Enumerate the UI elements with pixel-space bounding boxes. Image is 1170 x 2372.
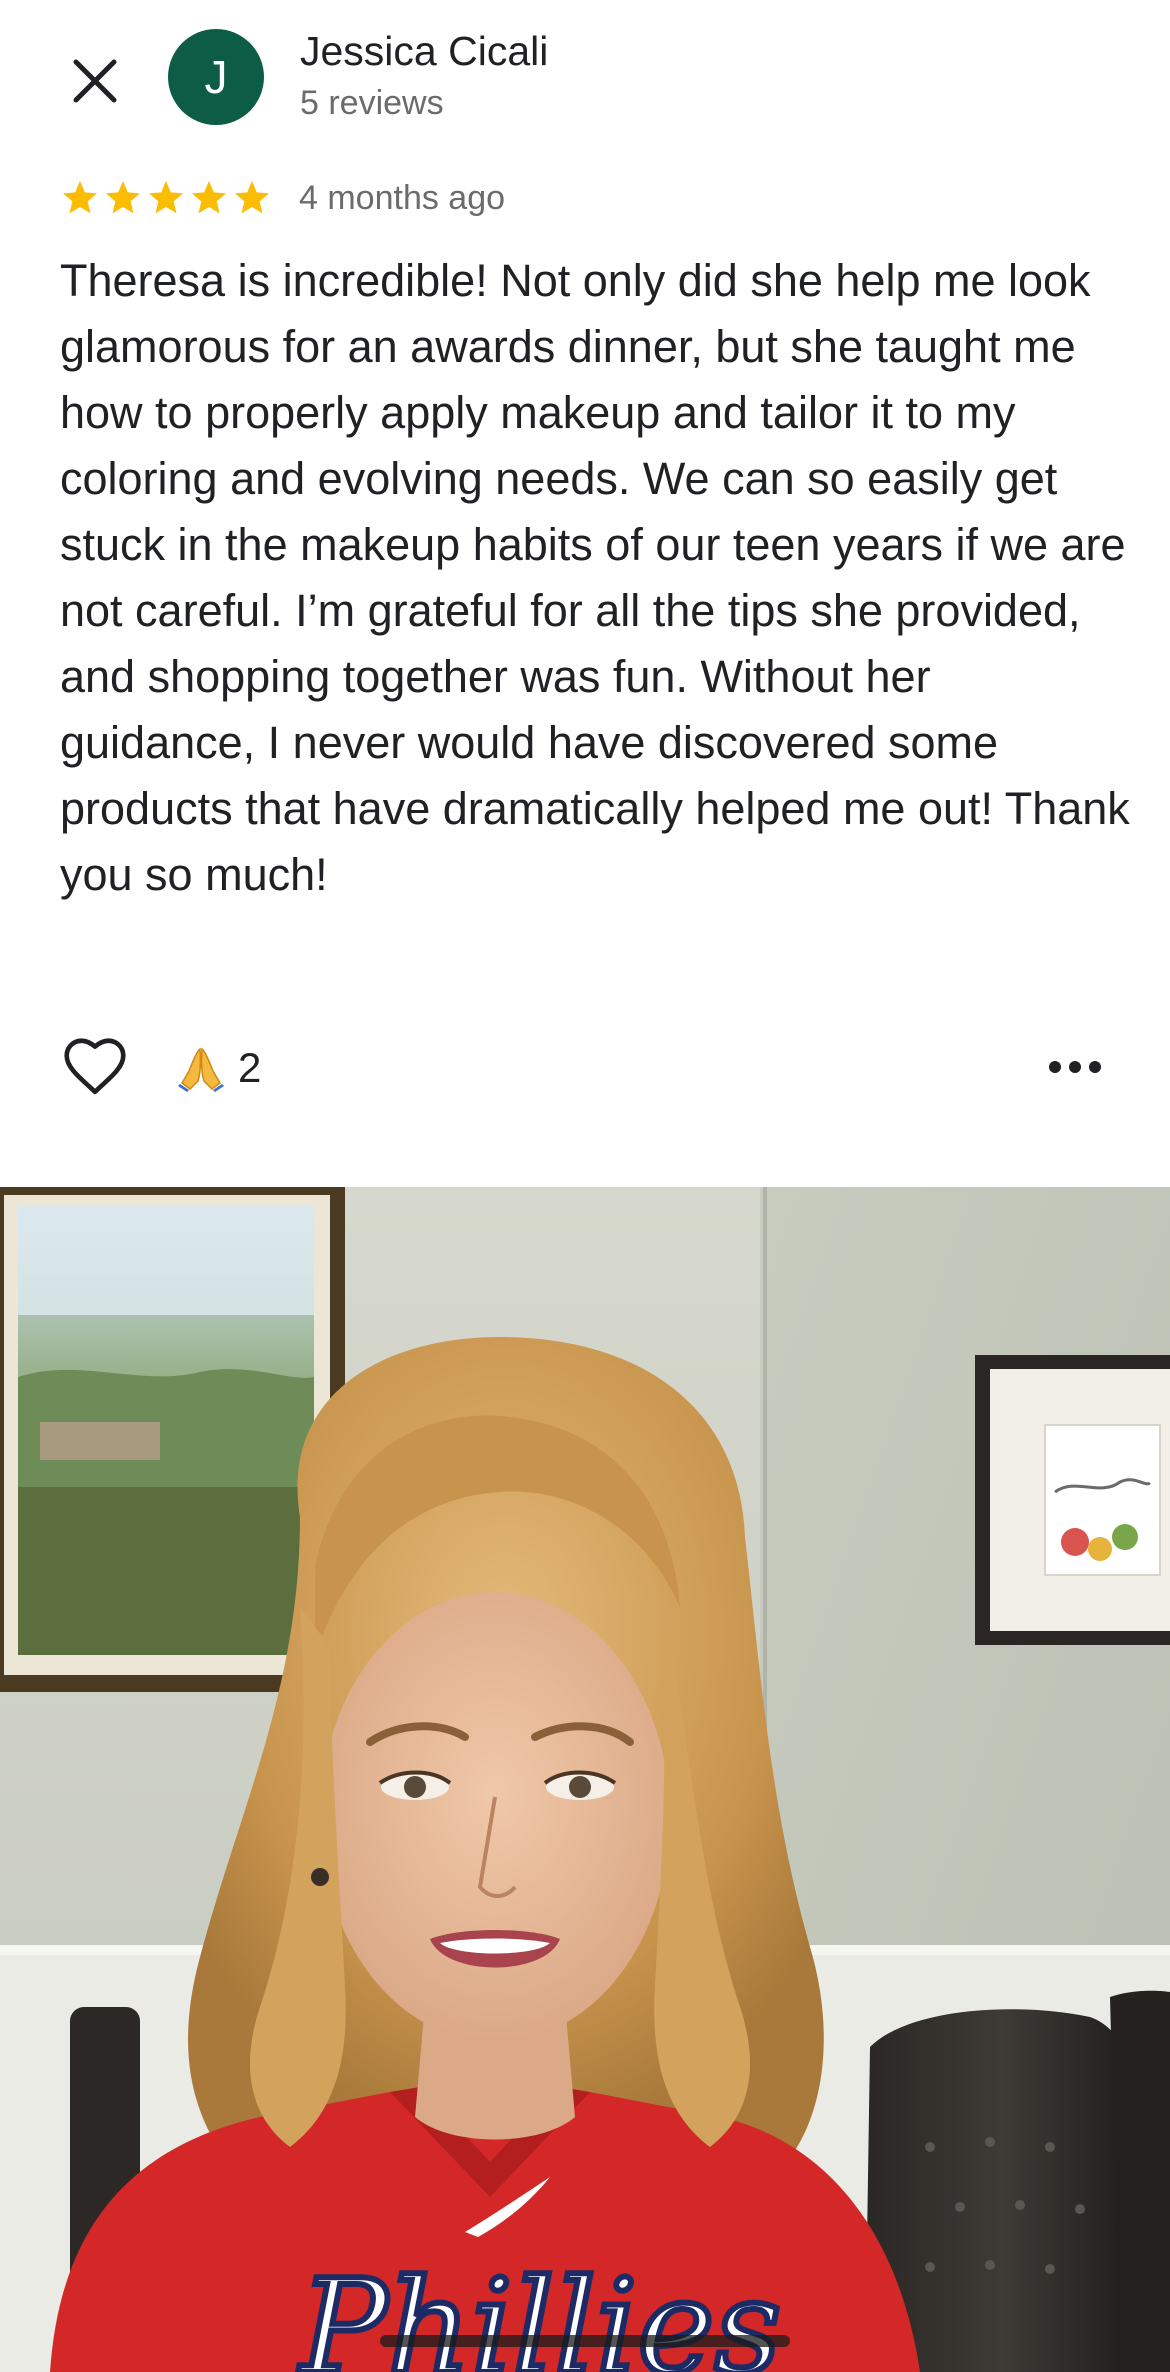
- review-actions: 2: [0, 1030, 1170, 1105]
- more-horizontal-icon: [1049, 1061, 1101, 1073]
- review-header: J Jessica Cicali 5 reviews: [0, 0, 1170, 160]
- star-icon: [235, 181, 269, 214]
- review-text: Theresa is incredible! Not only did she …: [60, 255, 1130, 900]
- reviewer-review-count[interactable]: 5 reviews: [300, 84, 444, 123]
- close-icon: [73, 59, 117, 103]
- reaction-count: 2: [238, 1044, 262, 1091]
- review-photo-image: Phillies: [0, 1187, 1170, 2372]
- reaction-chip[interactable]: 2: [176, 1038, 261, 1098]
- avatar[interactable]: J: [168, 29, 264, 125]
- rating-row: 4 months ago: [60, 174, 505, 222]
- review-photo[interactable]: Phillies: [0, 1187, 1170, 2372]
- heart-outline-icon: [64, 1038, 126, 1095]
- star-icon: [149, 181, 183, 214]
- home-indicator[interactable]: [380, 2335, 790, 2347]
- avatar-initial: J: [204, 51, 228, 103]
- star-rating: [60, 178, 275, 218]
- svg-text:Phillies: Phillies: [298, 2251, 781, 2372]
- review-date: 4 months ago: [299, 178, 506, 217]
- more-options-button[interactable]: [1040, 1042, 1110, 1092]
- close-button[interactable]: [60, 46, 130, 116]
- folded-hands-icon: [178, 1047, 224, 1092]
- star-icon: [63, 181, 97, 214]
- reviewer-name[interactable]: Jessica Cicali: [300, 28, 548, 75]
- star-icon: [106, 181, 140, 214]
- star-icon: [192, 181, 226, 214]
- like-button[interactable]: [60, 1032, 130, 1102]
